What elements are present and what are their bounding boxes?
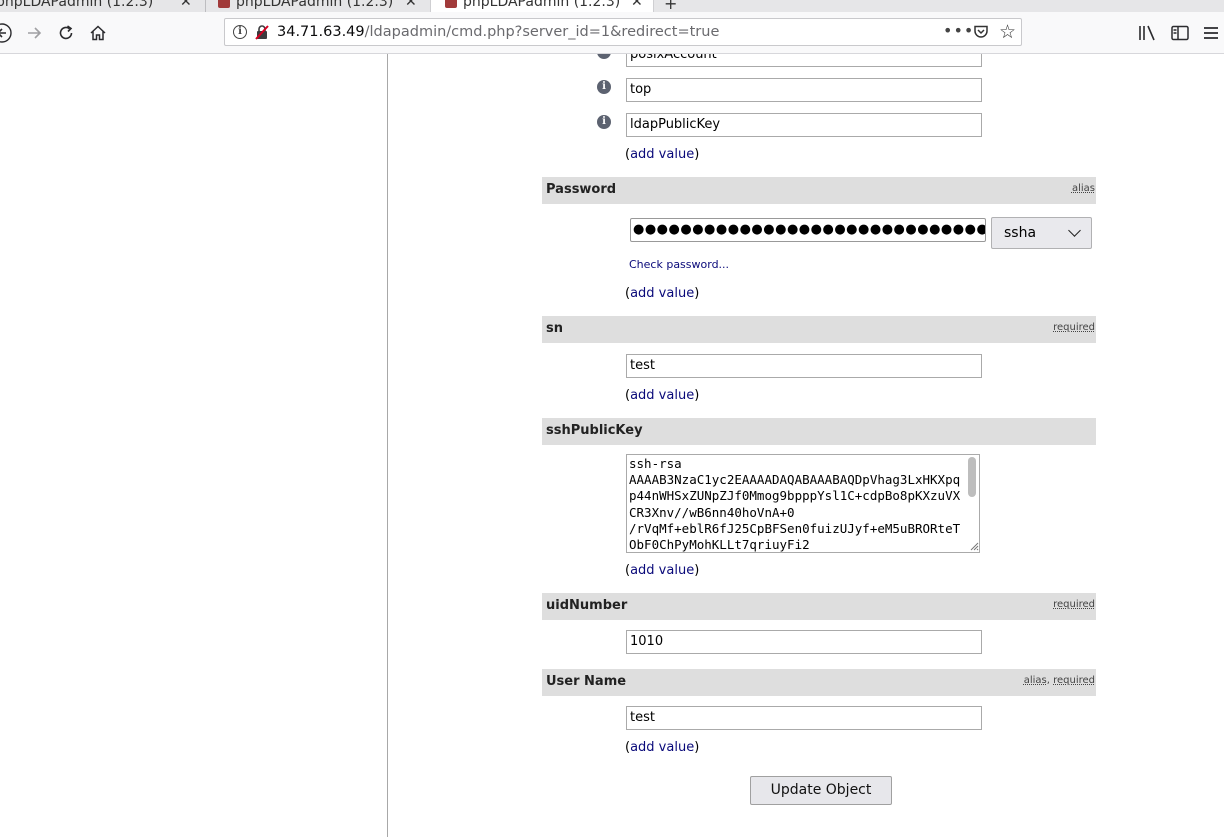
sn-input[interactable]: test (626, 354, 982, 378)
sn-label: sn (546, 321, 563, 336)
sn-add-value: (add value) (625, 388, 700, 403)
check-password-link[interactable]: Check password... (629, 258, 729, 271)
tab-2[interactable]: phpLDAPadmin (1.2.3) (218, 0, 393, 12)
sshpublickey-header: sshPublicKey (542, 418, 1096, 445)
username-tags: alias, required (1023, 675, 1095, 686)
objectclass-value-1[interactable]: posixAccount (626, 54, 982, 67)
hash-type-value: ssha (1004, 225, 1037, 241)
required-tag: required (1053, 675, 1095, 686)
tab-2-close-icon[interactable]: ✕ (405, 0, 417, 12)
url-text: 34.71.63.49/ldapadmin/cmd.php?server_id=… (277, 23, 719, 41)
password-header: Password alias (542, 177, 1096, 204)
resize-grip-icon[interactable] (969, 541, 979, 551)
reload-icon[interactable] (54, 21, 78, 45)
back-icon[interactable] (0, 21, 18, 45)
username-header: User Name alias, required (542, 669, 1096, 696)
objectclass-value-3[interactable]: ldapPublicKey (626, 113, 982, 137)
pocket-icon[interactable] (973, 24, 989, 40)
tab-strip: phpLDAPadmin (1.2.3) ✕ phpLDAPadmin (1.2… (0, 0, 1224, 12)
username-add-value: (add value) (625, 740, 700, 755)
objectclass-add-value: (add value) (625, 147, 700, 162)
tab-1[interactable]: phpLDAPadmin (1.2.3) (0, 0, 153, 12)
nav-bar: i 34.71.63.49/ldapadmin/cmd.php?server_i… (0, 12, 1224, 54)
info-icon[interactable]: i (597, 115, 611, 129)
tab-1-close-icon[interactable]: ✕ (180, 0, 192, 12)
menu-icon[interactable] (1202, 25, 1220, 41)
tab-3-active[interactable]: phpLDAPadmin (1.2.3) (430, 0, 654, 12)
add-value-link[interactable]: add value (630, 740, 694, 755)
insecure-lock-icon[interactable] (255, 24, 269, 40)
hash-type-select[interactable]: ssha (991, 217, 1092, 249)
sn-header: sn required (542, 316, 1096, 343)
tab-3-close-icon[interactable]: ✕ (631, 0, 643, 12)
chevron-down-icon (1068, 224, 1081, 237)
uidnumber-header: uidNumber required (542, 593, 1096, 620)
tab-divider (205, 0, 206, 12)
add-value-link[interactable]: add value (630, 563, 694, 578)
left-tree-pane (0, 54, 388, 837)
password-input[interactable]: ●●●●●●●●●●●●●●●●●●●●●●●●●●●●●●●●●●●●●●●●… (630, 218, 986, 242)
objectclass-row-1: i posixAccount (542, 54, 1096, 67)
required-tag: required (1053, 322, 1095, 333)
alias-tag: alias (1071, 183, 1095, 194)
password-add-value: (add value) (625, 286, 700, 301)
tab-2-favicon-icon (218, 0, 230, 8)
alias-tag: alias (1023, 675, 1047, 686)
tab-3-favicon-icon (445, 0, 457, 8)
objectclass-value-2[interactable]: top (626, 78, 982, 102)
tab-2-title: phpLDAPadmin (1.2.3) (236, 0, 394, 10)
url-path: /ldapadmin/cmd.php?server_id=1&redirect=… (364, 24, 720, 40)
update-object-button[interactable]: Update Object (750, 776, 892, 805)
info-icon[interactable]: i (597, 80, 611, 94)
objectclass-row-3: i ldapPublicKey (542, 113, 1096, 137)
page-content: i posixAccount i top i ldapPublicKey (ad… (0, 54, 1224, 837)
info-icon[interactable]: i (597, 54, 611, 59)
bookmark-star-icon[interactable]: ☆ (999, 21, 1016, 43)
uidnumber-label: uidNumber (546, 598, 628, 613)
objectclass-row-2: i top (542, 78, 1096, 102)
password-label: Password (546, 182, 617, 197)
add-value-link[interactable]: add value (630, 286, 694, 301)
page-actions-icon[interactable]: ••• (943, 21, 974, 40)
uidnumber-input[interactable]: 1010 (626, 630, 982, 654)
textarea-scrollbar[interactable] (968, 457, 976, 497)
sshpublickey-textarea[interactable]: ssh-rsa AAAAB3NzaC1yc2EAAAADAQABAAABAQDp… (626, 454, 980, 553)
add-value-link[interactable]: add value (630, 388, 694, 403)
tab-3-title: phpLDAPadmin (1.2.3) (463, 0, 621, 10)
url-host: 34.71.63.49 (277, 24, 365, 40)
tab-1-title: phpLDAPadmin (1.2.3) (0, 0, 154, 10)
site-info-icon[interactable]: i (233, 25, 247, 39)
username-input[interactable]: test (626, 706, 982, 730)
sshpublickey-label: sshPublicKey (546, 423, 643, 438)
username-label: User Name (546, 674, 627, 689)
required-tag: required (1053, 599, 1095, 610)
url-bar[interactable]: i 34.71.63.49/ldapadmin/cmd.php?server_i… (224, 18, 1022, 46)
add-value-link[interactable]: add value (630, 147, 694, 162)
new-tab-icon[interactable]: + (664, 0, 677, 12)
forward-icon[interactable] (22, 21, 46, 45)
sidebar-toggle-icon[interactable] (1171, 25, 1189, 41)
home-icon[interactable] (86, 21, 110, 45)
library-icon[interactable] (1138, 24, 1158, 42)
sshpublickey-add-value: (add value) (625, 563, 700, 578)
